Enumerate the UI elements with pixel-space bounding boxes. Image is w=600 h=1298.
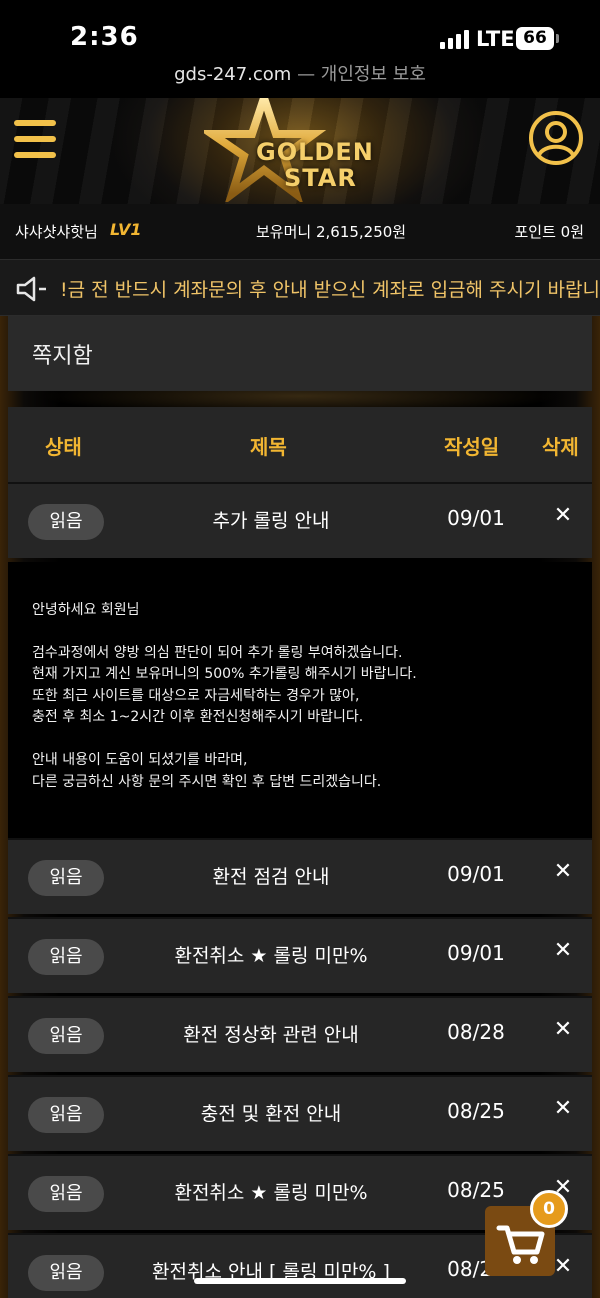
site-logo[interactable]: GOLDEN STAR xyxy=(199,98,394,204)
table-row[interactable]: 읽음 환전 정상화 관련 안내 08/28 ✕ xyxy=(8,996,592,1072)
page-title-box: 쪽지함 xyxy=(8,316,592,391)
user-info-bar: 샤샤샷샤핫님 LV1 보유머니 2,615,250원 포인트 0원 xyxy=(0,204,600,259)
logo-text-golden: GOLDEN xyxy=(256,138,374,166)
status-badge: 읽음 xyxy=(28,860,104,896)
delete-icon[interactable]: ✕ xyxy=(548,1017,578,1042)
message-subject[interactable]: 환전 점검 안내 xyxy=(118,862,424,889)
status-time: 2:36 xyxy=(70,22,139,52)
table-row[interactable]: 읽음 추가 롤링 안내 09/01 ✕ xyxy=(8,482,592,558)
message-subject[interactable]: 환전취소 ★ 롤링 미만% xyxy=(118,941,424,968)
message-line: 또한 최근 사이트를 대상으로 자금세탁하는 경우가 많아, xyxy=(32,688,360,704)
message-line: 안녕하세요 회원님 xyxy=(32,602,140,618)
message-date: 08/25 xyxy=(447,1178,505,1202)
signal-icon xyxy=(440,29,470,49)
network-label: LTE xyxy=(476,27,515,51)
status-badge: 읽음 xyxy=(28,939,104,975)
message-line: 다른 궁금하신 사항 문의 주시면 확인 후 답변 드리겠습니다. xyxy=(32,774,382,790)
message-line: 검수과정에서 양방 의심 판단이 되어 추가 롤링 부여하겠습니다. xyxy=(32,645,403,661)
site-header: GOLDEN STAR xyxy=(0,98,600,204)
status-bar: 2:36 LTE 66 xyxy=(0,0,600,62)
column-header-subject: 제목 xyxy=(250,435,287,459)
message-line: 안내 내용이 도움이 되셨기를 바라며, xyxy=(32,752,248,768)
message-date: 08/28 xyxy=(447,1020,505,1044)
url-separator: — xyxy=(291,64,321,85)
message-subject[interactable]: 환전 정상화 관련 안내 xyxy=(118,1020,424,1047)
privacy-label: 개인정보 보호 xyxy=(320,64,426,85)
message-subject[interactable]: 환전취소 ★ 롤링 미만% xyxy=(118,1178,424,1205)
column-header-date: 작성일 xyxy=(444,435,500,459)
speaker-icon xyxy=(16,276,46,302)
message-subject[interactable]: 추가 롤링 안내 xyxy=(118,506,424,533)
user-level-badge: LV1 xyxy=(110,220,142,239)
column-header-delete: 삭제 xyxy=(542,435,579,459)
status-badge: 읽음 xyxy=(28,1097,104,1133)
cart-count-badge: 0 xyxy=(530,1190,568,1228)
table-row[interactable]: 읽음 환전취소 ★ 롤링 미만% 09/01 ✕ xyxy=(8,917,592,993)
table-row[interactable]: 읽음 충전 및 환전 안내 08/25 ✕ xyxy=(8,1075,592,1151)
url-domain: gds-247.com xyxy=(174,64,292,85)
battery-tip xyxy=(556,34,559,43)
message-line: 현재 가지고 계신 보유머니의 500% 추가롤링 해주시기 바랍니다. xyxy=(32,666,417,682)
delete-icon[interactable]: ✕ xyxy=(548,938,578,963)
message-subject[interactable]: 충전 및 환전 안내 xyxy=(118,1099,424,1126)
delete-icon[interactable]: ✕ xyxy=(548,503,578,528)
message-body: 안녕하세요 회원님 검수과정에서 양방 의심 판단이 되어 추가 롤링 부여하겠… xyxy=(8,562,592,838)
message-date: 09/01 xyxy=(447,506,505,530)
status-badge: 읽음 xyxy=(28,1018,104,1054)
delete-icon[interactable]: ✕ xyxy=(548,859,578,884)
message-line: 충전 후 최소 1~2시간 이후 환전신청해주시기 바랍니다. xyxy=(32,709,364,725)
column-header-status: 상태 xyxy=(45,435,82,459)
home-indicator xyxy=(194,1278,406,1284)
delete-icon[interactable]: ✕ xyxy=(548,1096,578,1121)
message-date: 09/01 xyxy=(447,862,505,886)
status-badge: 읽음 xyxy=(28,504,104,540)
status-badge: 읽음 xyxy=(28,1255,104,1291)
status-badge: 읽음 xyxy=(28,1176,104,1212)
page-title: 쪽지함 xyxy=(32,344,93,369)
battery-icon: 66 xyxy=(516,27,554,50)
user-circle-icon[interactable] xyxy=(528,110,584,166)
logo-text-star: STAR xyxy=(284,164,357,192)
hamburger-menu-icon[interactable] xyxy=(14,120,56,158)
notice-bar: !금 전 반드시 계좌문의 후 안내 받으신 계좌로 입금해 주시기 바랍니다 xyxy=(0,259,600,316)
message-date: 09/01 xyxy=(447,941,505,965)
notice-text: !금 전 반드시 계좌문의 후 안내 받으신 계좌로 입금해 주시기 바랍니다 xyxy=(60,279,600,301)
user-money: 보유머니 2,615,250원 xyxy=(256,223,407,241)
message-date: 08/25 xyxy=(447,1099,505,1123)
url-bar[interactable]: gds-247.com — 개인정보 보호 xyxy=(0,62,600,98)
user-nickname: 샤샤샷샤핫님 xyxy=(15,223,98,241)
table-row[interactable]: 읽음 환전 점검 안내 09/01 ✕ xyxy=(8,838,592,914)
user-points: 포인트 0원 xyxy=(514,223,584,241)
table-header: 상태 제목 작성일 삭제 xyxy=(8,407,592,482)
